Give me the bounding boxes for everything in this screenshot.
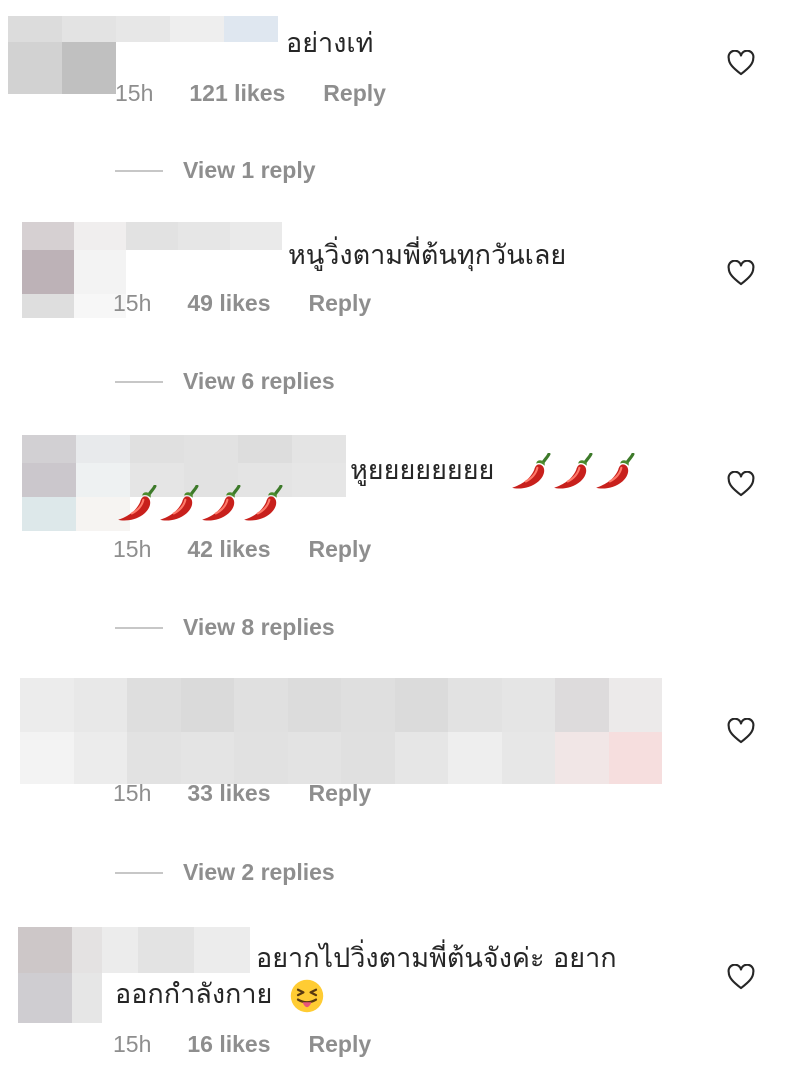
- comment-meta: 15h 49 likes Reply: [113, 290, 409, 317]
- divider-line: [115, 380, 163, 383]
- view-replies-button[interactable]: View 1 reply: [115, 157, 316, 184]
- view-replies-button[interactable]: View 6 replies: [115, 368, 335, 395]
- heart-outline-icon[interactable]: [727, 260, 755, 286]
- comment-text: อย่างเท่: [286, 28, 374, 59]
- reply-button[interactable]: Reply: [309, 536, 372, 563]
- comment-text-body: ออกกำลังกาย: [115, 979, 273, 1010]
- heart-outline-icon[interactable]: [727, 471, 755, 497]
- comment-text-line-2: ออกกำลังกาย: [115, 975, 325, 1015]
- comment-meta: 15h 33 likes Reply: [113, 780, 409, 807]
- divider-line: [115, 169, 163, 172]
- comment-text-body: หูยยยยยยยย: [350, 455, 495, 486]
- comment-emoji-line: [115, 483, 283, 523]
- view-replies-label: View 1 reply: [183, 157, 316, 183]
- view-replies-button[interactable]: View 2 replies: [115, 859, 335, 886]
- comment-3: หูยยยยยยยย 15h 42 likes Reply View 8 rep…: [0, 425, 800, 655]
- chili-pepper-emoji: [115, 485, 157, 523]
- comment-meta: 15h 16 likes Reply: [113, 1031, 409, 1058]
- chili-pepper-emoji: [551, 453, 593, 491]
- view-replies-label: View 2 replies: [183, 859, 335, 885]
- view-replies-label: View 8 replies: [183, 614, 335, 640]
- chili-pepper-emoji: [199, 485, 241, 523]
- comment-5: อยากไปวิ่งตามพี่ต้นจังค่ะ อยาก ออกกำลังก…: [0, 915, 800, 1073]
- heart-outline-icon[interactable]: [727, 718, 755, 744]
- view-replies-button[interactable]: View 8 replies: [115, 614, 335, 641]
- comment-4: 15h 33 likes Reply View 2 replies: [0, 670, 800, 900]
- comment-age: 15h: [113, 780, 152, 806]
- likes-count[interactable]: 33 likes: [187, 780, 270, 807]
- comment-age: 15h: [113, 536, 152, 562]
- squinting-tongue-emoji: [289, 978, 325, 1014]
- chili-pepper-emoji: [509, 453, 551, 491]
- comment-1: อย่างเท่ 15h 121 likes Reply View 1 repl…: [0, 0, 800, 200]
- comment-age: 15h: [113, 1031, 152, 1057]
- pixelated-comment-block: [20, 678, 662, 784]
- comment-meta: 15h 42 likes Reply: [113, 536, 409, 563]
- likes-count[interactable]: 42 likes: [187, 536, 270, 563]
- likes-count[interactable]: 121 likes: [189, 80, 285, 107]
- likes-count[interactable]: 16 likes: [187, 1031, 270, 1058]
- comment-age: 15h: [115, 80, 154, 106]
- comment-age: 15h: [113, 290, 152, 316]
- reply-button[interactable]: Reply: [309, 290, 372, 317]
- heart-outline-icon[interactable]: [727, 964, 755, 990]
- likes-count[interactable]: 49 likes: [187, 290, 270, 317]
- comment-text: หูยยยยยยยย: [350, 451, 635, 491]
- reply-button[interactable]: Reply: [309, 780, 372, 807]
- view-replies-label: View 6 replies: [183, 368, 335, 394]
- chili-pepper-emoji: [593, 453, 635, 491]
- chili-pepper-emoji: [157, 485, 199, 523]
- comment-text: หนูวิ่งตามพี่ต้นทุกวันเลย: [288, 240, 567, 271]
- divider-line: [115, 871, 163, 874]
- chili-pepper-emoji: [241, 485, 283, 523]
- heart-outline-icon[interactable]: [727, 50, 755, 76]
- comment-2: หนูวิ่งตามพี่ต้นทุกวันเลย 15h 49 likes R…: [0, 210, 800, 410]
- divider-line: [115, 626, 163, 629]
- reply-button[interactable]: Reply: [309, 1031, 372, 1058]
- comment-text: อยากไปวิ่งตามพี่ต้นจังค่ะ อยาก: [256, 943, 617, 974]
- comment-meta: 15h 121 likes Reply: [115, 80, 424, 107]
- reply-button[interactable]: Reply: [323, 80, 386, 107]
